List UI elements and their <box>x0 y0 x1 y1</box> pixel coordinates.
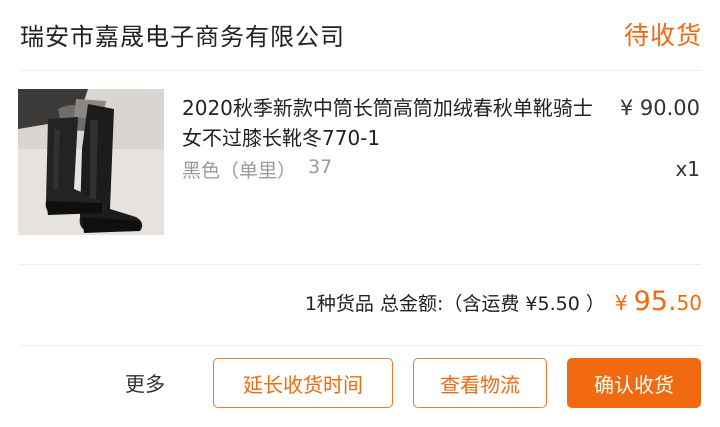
view-logistics-button[interactable]: 查看物流 <box>413 358 547 408</box>
total-integer: 95. <box>633 286 677 317</box>
order-card: 瑞安市嘉晟电子商务有限公司 待收货 2020秋季新款中筒长筒高筒加绒春秋单靴骑士… <box>0 0 720 427</box>
order-status: 待收货 <box>623 21 702 50</box>
order-actions: 更多 延长收货时间 查看物流 确认收货 <box>0 358 720 410</box>
product-sku: 黑色（单里） 37 <box>182 156 332 183</box>
more-button[interactable]: 更多 <box>125 368 165 397</box>
order-total: ¥ 95. 50 <box>615 286 702 317</box>
total-decimal: 50 <box>676 291 702 315</box>
order-item[interactable]: 2020秋季新款中筒长筒高筒加绒春秋单靴骑士女不过膝长靴冬770-1 黑色（单里… <box>18 89 702 237</box>
sku-color: 黑色（单里） <box>182 160 297 182</box>
boots-image-icon <box>18 89 164 235</box>
extend-receipt-button[interactable]: 延长收货时间 <box>213 358 393 408</box>
order-header: 瑞安市嘉晟电子商务有限公司 待收货 <box>20 14 702 54</box>
confirm-receipt-button[interactable]: 确认收货 <box>567 358 701 408</box>
product-price: ¥ 90.00 <box>619 96 700 120</box>
product-quantity: x1 <box>675 157 700 181</box>
summary-text: 1种货品 总金额:（含运费 ¥5.50 ） <box>304 293 605 315</box>
sku-size: 37 <box>308 156 333 178</box>
product-title[interactable]: 2020秋季新款中筒长筒高筒加绒春秋单靴骑士女不过膝长靴冬770-1 <box>182 93 612 153</box>
divider <box>20 345 702 346</box>
divider <box>20 264 702 265</box>
divider <box>20 70 702 71</box>
shop-name[interactable]: 瑞安市嘉晟电子商务有限公司 <box>20 17 345 52</box>
order-summary: 1种货品 总金额:（含运费 ¥5.50 ） ¥ 95. 50 <box>305 286 702 322</box>
product-thumbnail[interactable] <box>18 89 164 235</box>
currency-symbol: ¥ <box>614 291 628 315</box>
